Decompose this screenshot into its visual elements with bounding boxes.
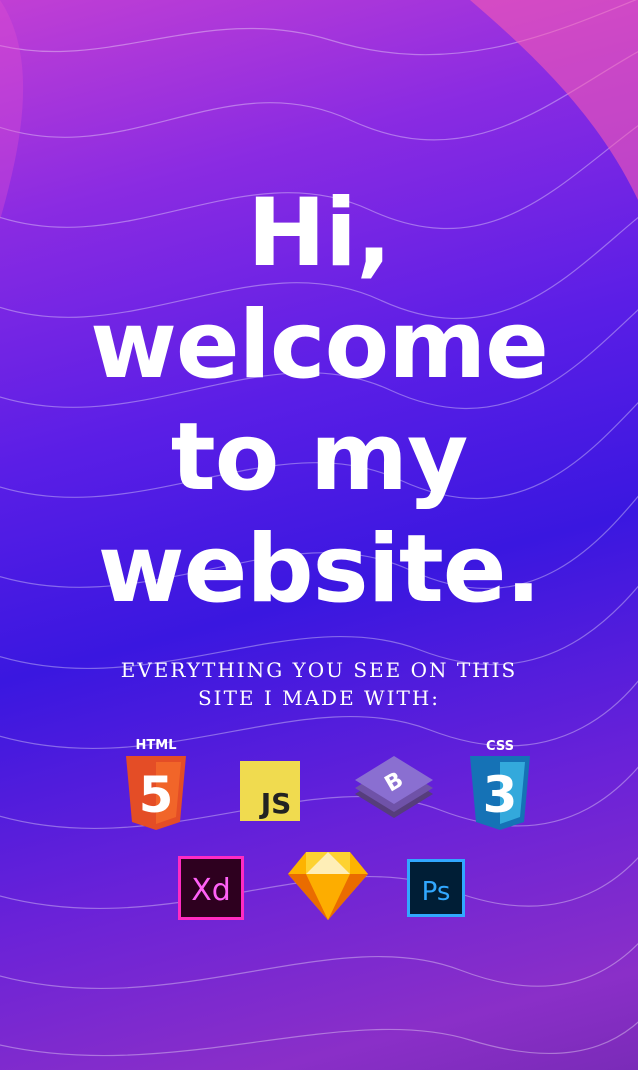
subtitle: EVERYTHING YOU SEE ON THIS SITE I MADE W… xyxy=(0,656,638,712)
bootstrap-icon: B xyxy=(355,756,433,818)
javascript-icon-label: JS xyxy=(259,787,292,820)
subtitle-line-1: EVERYTHING YOU SEE ON THIS xyxy=(120,658,518,682)
hero-heading: Hi, welcome to my website. xyxy=(0,178,638,626)
javascript-icon: JS xyxy=(240,761,300,821)
hero-line-3: to my xyxy=(170,403,468,512)
subtitle-line-2: SITE I MADE WITH: xyxy=(197,686,441,710)
css3-icon-glyph: 3 xyxy=(483,766,518,824)
adobe-xd-icon-label: Xd xyxy=(191,873,231,908)
photoshop-icon: Ps xyxy=(407,859,465,917)
hero-line-4: website. xyxy=(97,515,541,624)
css3-icon-label: CSS xyxy=(486,739,514,754)
html5-icon: HTML 5 xyxy=(126,738,186,830)
photoshop-icon-label: Ps xyxy=(422,877,451,907)
css3-icon: CSS 3 xyxy=(470,739,530,830)
html5-icon-label: HTML xyxy=(136,738,177,753)
html5-icon-glyph: 5 xyxy=(139,766,174,824)
hero-line-1: Hi, xyxy=(247,179,392,288)
sketch-icon xyxy=(288,852,368,920)
hero-line-2: welcome xyxy=(90,291,549,400)
adobe-xd-icon: Xd xyxy=(178,856,244,920)
